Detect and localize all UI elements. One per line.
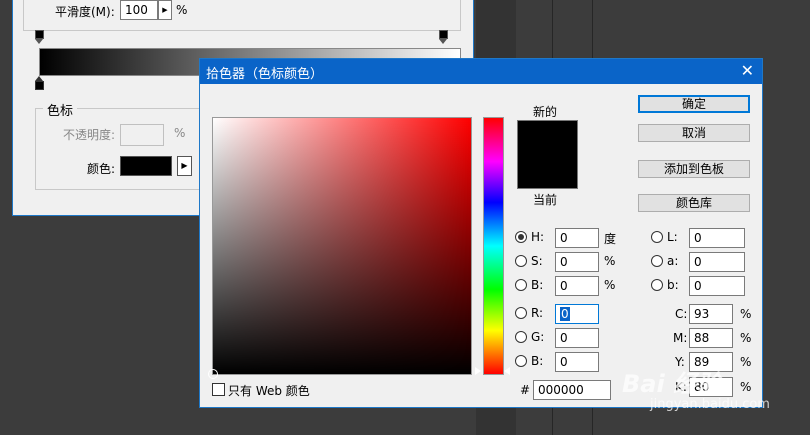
lab-b-input[interactable]: 0 xyxy=(689,276,745,296)
cyan-input[interactable]: 93 xyxy=(689,304,733,324)
magenta-input[interactable]: 88 xyxy=(689,328,733,348)
color-libraries-button[interactable]: 颜色库 xyxy=(638,194,750,212)
baidu-logo-watermark: Bai 经验 xyxy=(622,370,722,398)
red-value: 0 xyxy=(560,307,570,321)
smoothness-unit: % xyxy=(176,3,188,17)
current-color-label: 当前 xyxy=(533,193,558,207)
lab-b-label: b: xyxy=(667,278,679,292)
hex-label: # xyxy=(520,383,531,397)
radio-brightness[interactable] xyxy=(515,279,527,291)
color-stop-left-icon[interactable] xyxy=(35,76,44,90)
radio-red[interactable] xyxy=(515,307,527,319)
color-cursor-icon[interactable] xyxy=(208,369,218,379)
radio-hue[interactable] xyxy=(515,231,527,243)
radio-lab-l[interactable] xyxy=(651,231,663,243)
opacity-stop-right-icon[interactable] xyxy=(439,30,448,44)
cyan-label: C: xyxy=(675,307,688,321)
radio-lab-a[interactable] xyxy=(651,255,663,267)
lab-a-label: a: xyxy=(667,254,679,268)
color-stop-swatch[interactable] xyxy=(120,156,172,176)
opacity-unit: % xyxy=(174,126,186,140)
lab-a-input[interactable]: 0 xyxy=(689,252,745,272)
saturation-label: S: xyxy=(531,254,543,268)
magenta-label: M: xyxy=(673,331,688,345)
watermark-url: jingyan.baidu.com xyxy=(650,397,770,412)
color-menu-arrow-icon[interactable]: ▶ xyxy=(177,156,192,176)
radio-lab-b[interactable] xyxy=(651,279,663,291)
smoothness-label: 平滑度(M): xyxy=(55,5,115,19)
opacity-stop-left-icon[interactable] xyxy=(35,30,44,44)
web-colors-only-label: 只有 Web 颜色 xyxy=(228,384,310,398)
brightness-unit: % xyxy=(604,278,616,292)
new-color-swatch xyxy=(517,120,578,155)
hue-label: H: xyxy=(531,230,545,244)
web-colors-only-checkbox[interactable] xyxy=(212,383,225,396)
hex-input[interactable]: 000000 xyxy=(533,380,611,400)
color-stop-group-title: 色标 xyxy=(43,100,78,119)
dialog-title: 拾色器（色标颜色） xyxy=(206,67,324,82)
hue-slider-right-arrow-icon[interactable] xyxy=(504,367,510,375)
hue-unit: 度 xyxy=(604,232,617,246)
cyan-unit: % xyxy=(740,307,752,321)
brightness-label: B: xyxy=(531,278,544,292)
lab-l-label: L: xyxy=(667,230,678,244)
yellow-unit: % xyxy=(740,355,752,369)
black-unit: % xyxy=(740,380,752,394)
smoothness-dropdown-arrow-icon[interactable]: ▶ xyxy=(158,0,172,20)
hue-slider[interactable] xyxy=(483,117,504,375)
blue-input[interactable]: 0 xyxy=(555,352,599,372)
red-label: R: xyxy=(531,306,544,320)
saturation-brightness-field[interactable] xyxy=(208,117,472,379)
blue-label: B: xyxy=(531,354,544,368)
lab-l-input[interactable]: 0 xyxy=(689,228,745,248)
color-picker-dialog: 拾色器（色标颜色） ✕ 新的 当前 确定 取消 添加到色板 颜色库 H: 0 度… xyxy=(199,58,763,408)
current-color-swatch[interactable] xyxy=(517,154,578,189)
color-label: 颜色: xyxy=(87,162,116,176)
radio-green[interactable] xyxy=(515,331,527,343)
hue-slider-left-arrow-icon[interactable] xyxy=(475,367,481,375)
ok-button[interactable]: 确定 xyxy=(638,95,750,113)
cancel-button[interactable]: 取消 xyxy=(638,124,750,142)
brightness-input[interactable]: 0 xyxy=(555,276,599,296)
close-icon[interactable]: ✕ xyxy=(741,61,754,80)
green-label: G: xyxy=(531,330,545,344)
new-color-label: 新的 xyxy=(533,105,558,119)
opacity-label: 不透明度: xyxy=(63,128,116,142)
radio-saturation[interactable] xyxy=(515,255,527,267)
saturation-input[interactable]: 0 xyxy=(555,252,599,272)
title-bar: 拾色器（色标颜色） ✕ xyxy=(200,59,762,84)
red-input[interactable]: 0 xyxy=(555,304,599,324)
saturation-unit: % xyxy=(604,254,616,268)
magenta-unit: % xyxy=(740,331,752,345)
add-to-swatches-button[interactable]: 添加到色板 xyxy=(638,160,750,178)
opacity-input xyxy=(120,124,164,146)
radio-blue[interactable] xyxy=(515,355,527,367)
hue-input[interactable]: 0 xyxy=(555,228,599,248)
green-input[interactable]: 0 xyxy=(555,328,599,348)
smoothness-input[interactable]: 100 xyxy=(120,0,158,20)
